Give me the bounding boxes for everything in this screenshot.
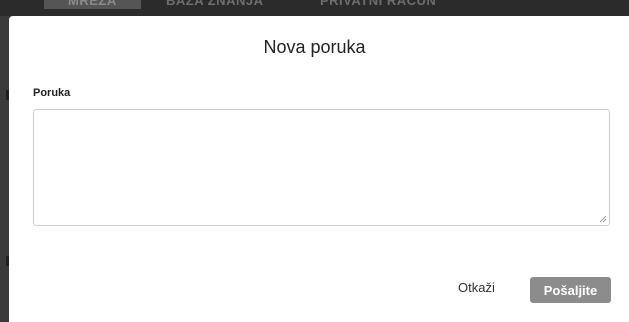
background-left-strip: [0, 16, 9, 322]
nav-item-mreza: MREŽA: [44, 0, 141, 9]
resize-handle-icon[interactable]: [599, 215, 607, 223]
send-button[interactable]: Pošaljite: [530, 277, 611, 303]
new-message-modal: Nova poruka Poruka Otkaži Pošaljite: [9, 16, 629, 322]
modal-title: Nova poruka: [263, 37, 366, 57]
nav-item-privatni-racun: PRIVATNI RAČUN: [320, 0, 437, 8]
cancel-button[interactable]: Otkaži: [458, 280, 495, 295]
message-label: Poruka: [33, 87, 71, 99]
nav-item-baza-znanja: BAZA ZNANJA: [166, 0, 264, 8]
message-textarea[interactable]: [33, 109, 610, 226]
background-nav: MREŽA BAZA ZNANJA PRIVATNI RAČUN: [0, 0, 629, 16]
